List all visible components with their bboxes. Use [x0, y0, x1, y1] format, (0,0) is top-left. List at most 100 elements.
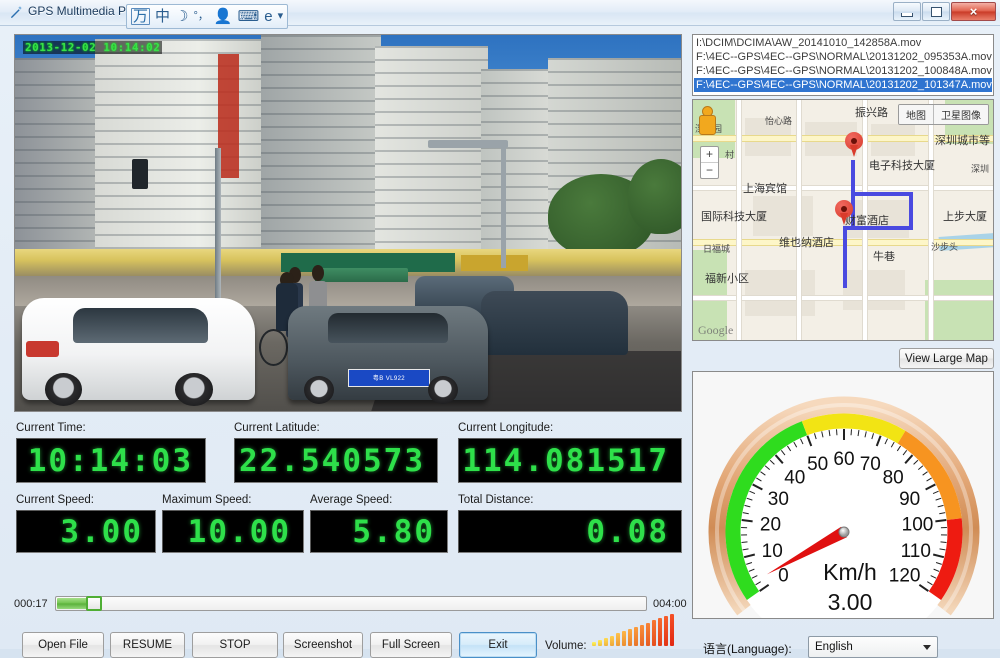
- map-label: 牛巷: [873, 248, 895, 264]
- current-speed-value: 3.00: [16, 510, 156, 553]
- seek-slider-thumb[interactable]: [86, 596, 102, 611]
- map-label: 深圳城市等: [935, 132, 990, 148]
- map-label: 上海宾馆: [743, 180, 787, 196]
- volume-bar: [634, 627, 638, 646]
- volume-label: Volume:: [545, 640, 587, 652]
- volume-bar: [622, 631, 626, 646]
- stop-button[interactable]: STOP: [192, 632, 278, 658]
- volume-bar: [640, 625, 644, 646]
- zoom-in-button[interactable]: +: [701, 147, 718, 162]
- language-select[interactable]: English: [808, 636, 938, 658]
- gauge-minor-tick: [940, 542, 946, 543]
- volume-bar: [592, 642, 596, 646]
- full-screen-button[interactable]: Full Screen: [370, 632, 452, 658]
- map-label: 上步大厦: [943, 208, 987, 224]
- gauge-tick-label: 70: [860, 454, 881, 475]
- street-view-pegman-icon[interactable]: [698, 106, 715, 134]
- open-file-button[interactable]: Open File: [22, 632, 104, 658]
- car-white-foreground: [22, 298, 255, 400]
- ie-browser-icon[interactable]: e: [264, 9, 272, 24]
- chevron-down-icon[interactable]: ▾: [278, 11, 284, 22]
- duration-time: 004:00: [653, 598, 687, 610]
- utility-pole: [215, 148, 222, 306]
- building: [481, 69, 554, 265]
- video-player[interactable]: 粤B VL922 2013-12-02 10:14:02: [14, 34, 682, 412]
- exit-button[interactable]: Exit: [459, 632, 537, 658]
- close-button[interactable]: ×: [951, 2, 996, 21]
- language-selected-value: English: [815, 641, 853, 653]
- client-area: 粤B VL922 2013-12-02 10:14:02 Current Tim…: [0, 26, 1000, 649]
- map-route: [909, 192, 913, 230]
- street-lamp: [428, 140, 508, 148]
- punctuation-icon[interactable]: °，: [193, 11, 208, 22]
- file-list[interactable]: I:\DCIM\DCIMA\AW_20141010_142858A.mov F:…: [692, 34, 994, 96]
- keyboard-icon[interactable]: ⌨: [238, 9, 260, 24]
- maximum-speed-label: Maximum Speed:: [162, 494, 251, 506]
- gauge-value-label: 3.00: [828, 589, 873, 615]
- volume-bar: [598, 640, 602, 646]
- map-type-toggle[interactable]: 地图 卫星图像: [898, 104, 989, 125]
- minimize-button[interactable]: [893, 2, 921, 21]
- current-longitude-value: 114.081517: [458, 438, 682, 483]
- traffic-light: [132, 159, 148, 189]
- chinese-mode-icon[interactable]: 中: [155, 9, 170, 24]
- current-latitude-value: 22.540573: [234, 438, 438, 483]
- map-type-map-button[interactable]: 地图: [899, 105, 933, 124]
- video-scene: 粤B VL922: [15, 35, 681, 411]
- gauge-unit-label: Km/h: [823, 559, 877, 585]
- maximize-button[interactable]: [922, 2, 950, 21]
- map-label: 国际科技大厦: [701, 208, 767, 224]
- speedometer-panel: 0102030405060708090100110120Km/h3.00: [692, 371, 994, 619]
- resume-button[interactable]: RESUME: [110, 632, 185, 658]
- wubi-input-icon[interactable]: 万: [131, 8, 150, 25]
- total-distance-value: 0.08: [458, 510, 682, 553]
- total-distance-label: Total Distance:: [458, 494, 533, 506]
- average-speed-value: 5.80: [310, 510, 448, 553]
- speedometer-gauge: 0102030405060708090100110120Km/h3.00: [693, 372, 994, 619]
- list-item[interactable]: F:\4EC--GPS\4EC--GPS\NORMAL\20131202_100…: [694, 64, 992, 78]
- list-item[interactable]: F:\4EC--GPS\4EC--GPS\NORMAL\20131202_095…: [694, 50, 992, 64]
- map-label: 村: [725, 148, 734, 161]
- current-latitude-label: Current Latitude:: [234, 422, 320, 434]
- map-route: [843, 226, 847, 288]
- map-label: 电子科技大厦: [869, 157, 935, 173]
- person-icon[interactable]: 👤: [214, 9, 233, 24]
- screenshot-button[interactable]: Screenshot: [283, 632, 363, 658]
- map-marker-current[interactable]: [835, 200, 853, 226]
- close-icon: ×: [970, 5, 978, 18]
- map-label: 福新小区: [705, 270, 749, 286]
- map-label: 维也纳酒店: [779, 234, 834, 250]
- volume-bar: [664, 616, 668, 646]
- street-lamp-post: [501, 140, 506, 268]
- map-panel[interactable]: 振兴路 深圳城市等 电子科技大厦 上海宾馆 国际科技大厦 财富酒店 维也纳酒店 …: [692, 99, 994, 341]
- seek-slider[interactable]: [55, 596, 647, 611]
- map-marker[interactable]: [845, 132, 863, 158]
- app-window: GPS Multimedia Player 万 中 ☽ °， 👤 ⌨ e ▾ ×: [0, 0, 1000, 649]
- maximum-speed-value: 10.00: [162, 510, 304, 553]
- map-block: [745, 270, 815, 316]
- current-longitude-label: Current Longitude:: [458, 422, 553, 434]
- zoom-out-button[interactable]: −: [701, 162, 718, 178]
- gauge-tick-label: 100: [902, 514, 934, 535]
- shop-sign: [461, 255, 528, 271]
- view-large-map-button[interactable]: View Large Map: [899, 348, 994, 369]
- ime-toolbar[interactable]: 万 中 ☽ °， 👤 ⌨ e ▾: [126, 4, 288, 29]
- window-controls: ×: [893, 2, 996, 21]
- average-speed-label: Average Speed:: [310, 494, 392, 506]
- map-park: [925, 280, 994, 341]
- map-label: 沙步头: [931, 240, 958, 253]
- volume-level-indicator[interactable]: [592, 614, 674, 646]
- building: [261, 35, 381, 276]
- gauge-tick-label: 80: [883, 468, 904, 489]
- map-zoom-controls[interactable]: + −: [700, 146, 719, 179]
- list-item[interactable]: I:\DCIM\DCIMA\AW_20141010_142858A.mov: [694, 36, 992, 50]
- list-item-selected[interactable]: F:\4EC--GPS\4EC--GPS\NORMAL\20131202_101…: [694, 78, 992, 92]
- gauge-tick-label: 120: [889, 565, 921, 586]
- moon-icon[interactable]: ☽: [175, 9, 188, 24]
- volume-bar: [616, 633, 620, 646]
- pen-icon: [8, 5, 24, 21]
- building: [15, 58, 102, 269]
- map-route: [851, 192, 913, 196]
- map-type-satellite-button[interactable]: 卫星图像: [933, 105, 988, 124]
- gauge-tick-label: 90: [899, 489, 920, 510]
